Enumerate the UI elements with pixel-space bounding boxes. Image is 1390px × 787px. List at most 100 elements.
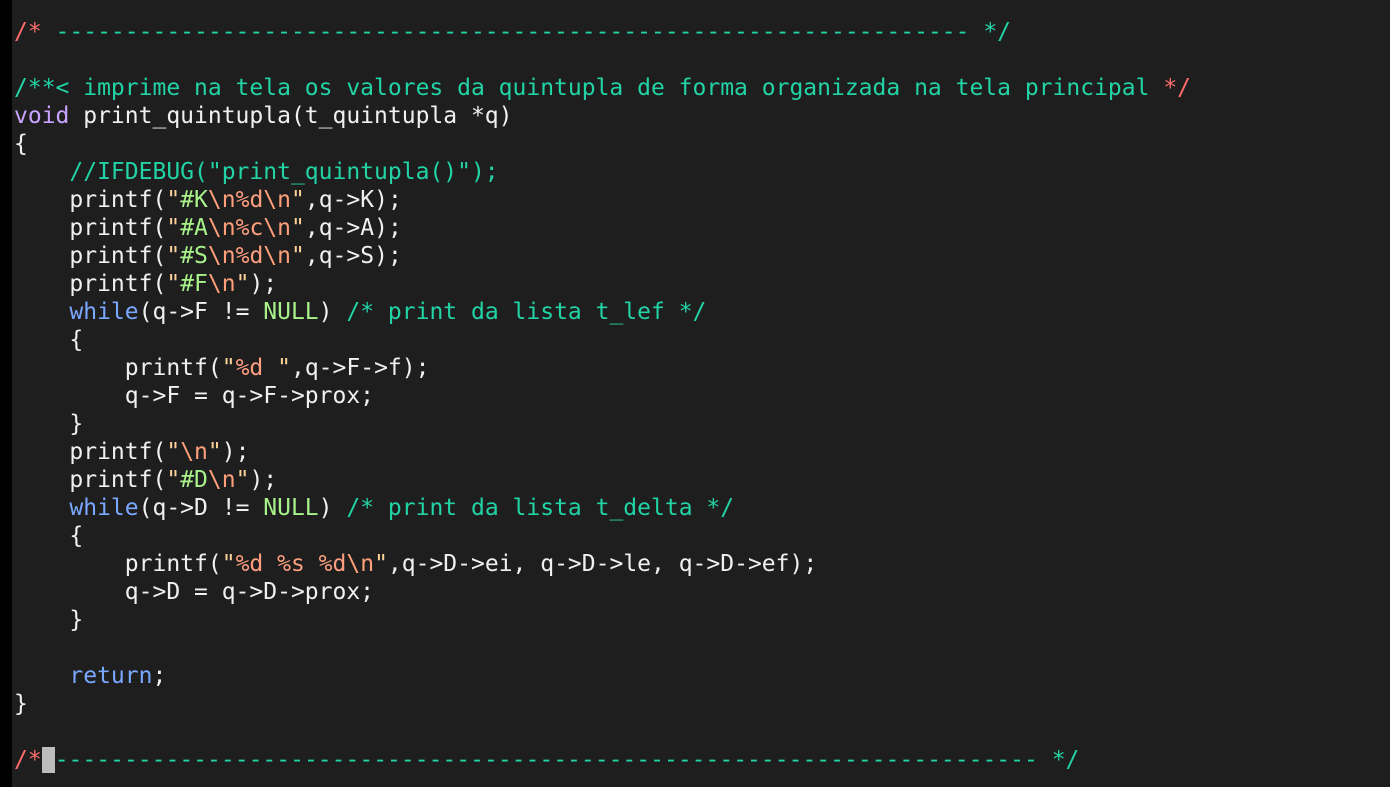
- code-token-string: ": [374, 551, 388, 577]
- code-line[interactable]: printf("#S\n%d\n",q->S);: [14, 242, 1191, 270]
- code-token-plain: ): [318, 495, 347, 521]
- code-token-escape: \n: [263, 215, 291, 241]
- code-token-string: ": [166, 187, 181, 213]
- code-token-plain: printf(: [14, 271, 167, 297]
- code-line[interactable]: [14, 46, 1191, 74]
- code-line[interactable]: printf("\n");: [14, 438, 1191, 466]
- code-token-type: void: [14, 103, 70, 129]
- code-token-plain: }: [14, 691, 28, 717]
- code-token-plain: printf(: [14, 439, 167, 465]
- code-token-plain: ,q->D->ei, q->D->le, q->D->ef);: [387, 551, 818, 577]
- code-token-plain: }: [14, 607, 84, 633]
- code-line[interactable]: printf("#K\n%d\n",q->K);: [14, 186, 1191, 214]
- code-token-string-b: #S: [180, 243, 208, 269]
- code-token-string: ": [166, 439, 181, 465]
- code-line[interactable]: while(q->D != NULL) /* print da lista t_…: [14, 494, 1191, 522]
- code-token-plain: (q->F !=: [138, 299, 264, 325]
- code-line[interactable]: }: [14, 690, 1191, 718]
- code-line[interactable]: return;: [14, 662, 1191, 690]
- code-token-plain: ,q->F->f);: [290, 355, 430, 381]
- code-token-string: ": [221, 551, 236, 577]
- code-token-fmt: %c: [235, 215, 264, 241]
- code-token-keyword: return: [69, 663, 153, 689]
- code-token-plain: printf(: [14, 243, 167, 269]
- code-token-escape: \n: [207, 187, 236, 213]
- code-token-plain: q->F = q->F->prox;: [14, 383, 375, 409]
- code-token-fmt: %d %s %d: [235, 551, 347, 577]
- code-line[interactable]: {: [14, 130, 1191, 158]
- code-token-escape: \n: [263, 243, 291, 269]
- code-token-escape: \n: [207, 271, 236, 297]
- code-token-null: NULL: [263, 495, 319, 521]
- code-token-plain: printf(: [14, 187, 167, 213]
- code-line[interactable]: void print_quintupla(t_quintupla *q): [14, 102, 1191, 130]
- code-token-plain: printf(: [14, 215, 167, 241]
- code-token-string: ": [235, 467, 250, 493]
- code-token-string-b: #D: [180, 467, 208, 493]
- code-line[interactable]: printf("#D\n");: [14, 466, 1191, 494]
- code-token-plain: ;: [152, 663, 167, 689]
- code-line[interactable]: }: [14, 606, 1191, 634]
- code-token-escape: \n: [180, 439, 208, 465]
- code-token-comment-star: */: [1163, 75, 1192, 101]
- code-line[interactable]: q->F = q->F->prox;: [14, 382, 1191, 410]
- code-token-fmt: %d: [235, 187, 264, 213]
- code-token-plain: q->D = q->D->prox;: [14, 579, 375, 605]
- code-token-escape: \n: [263, 187, 291, 213]
- code-token-plain: );: [249, 467, 278, 493]
- code-token-escape: \n: [346, 551, 375, 577]
- code-token-string: ": [166, 271, 181, 297]
- code-line[interactable]: printf("%d %s %d\n",q->D->ei, q->D->le, …: [14, 550, 1191, 578]
- code-line[interactable]: printf("#A\n%c\n",q->A);: [14, 214, 1191, 242]
- code-token-plain: ,q->A);: [304, 215, 402, 241]
- code-token-fmt: %d: [235, 355, 264, 381]
- code-text-area[interactable]: /* -------------------------------------…: [14, 18, 1191, 774]
- code-line[interactable]: [14, 634, 1191, 662]
- code-token-plain: );: [249, 271, 278, 297]
- code-line[interactable]: /* -------------------------------------…: [14, 18, 1191, 46]
- code-token-comment: /* print da lista t_lef */: [346, 299, 707, 325]
- code-editor[interactable]: /* -------------------------------------…: [0, 0, 1390, 787]
- text-cursor: [41, 747, 55, 773]
- code-line[interactable]: /**< imprime na tela os valores da quint…: [14, 74, 1191, 102]
- code-token-string-b: #K: [180, 187, 208, 213]
- code-token-plain: printf(: [14, 355, 222, 381]
- code-token-null: NULL: [263, 299, 319, 325]
- code-token-string: ": [221, 355, 236, 381]
- code-token-comment: */: [983, 19, 1012, 45]
- code-line[interactable]: {: [14, 326, 1191, 354]
- code-token-comment: ----------------------------------------…: [54, 747, 1052, 773]
- code-token-comment: /**< imprime na tela os valores da quint…: [14, 75, 1164, 101]
- code-token-plain: printf(: [14, 551, 222, 577]
- code-token-comment-star: /*: [14, 19, 56, 45]
- code-token-plain: ,q->S);: [304, 243, 402, 269]
- code-token-comment: /* print da lista t_delta */: [346, 495, 735, 521]
- code-token-string-b: #F: [180, 271, 208, 297]
- code-line[interactable]: [14, 718, 1191, 746]
- code-token-string: ": [235, 271, 250, 297]
- code-token-comment: */: [1051, 747, 1080, 773]
- code-line[interactable]: //IFDEBUG("print_quintupla()");: [14, 158, 1191, 186]
- code-token-plain: ,q->K);: [304, 187, 402, 213]
- code-line[interactable]: q->D = q->D->prox;: [14, 578, 1191, 606]
- code-token-string: ": [166, 467, 181, 493]
- code-line[interactable]: {: [14, 522, 1191, 550]
- code-line[interactable]: }: [14, 410, 1191, 438]
- code-line[interactable]: while(q->F != NULL) /* print da lista t_…: [14, 298, 1191, 326]
- code-token-comment: //IFDEBUG("print_quintupla()");: [14, 159, 499, 185]
- code-token-string: ": [207, 439, 222, 465]
- code-token-plain: printf(: [14, 467, 167, 493]
- code-line[interactable]: printf("#F\n");: [14, 270, 1191, 298]
- code-line[interactable]: printf("%d ",q->F->f);: [14, 354, 1191, 382]
- code-token-keyword: while: [69, 495, 139, 521]
- code-token-string: ": [291, 243, 305, 269]
- code-token-string: ": [291, 215, 305, 241]
- code-token-string: ": [263, 355, 291, 381]
- code-line[interactable]: /* --------------------------------------…: [14, 746, 1191, 774]
- code-token-plain: {: [14, 523, 84, 549]
- code-token-escape: \n: [207, 215, 236, 241]
- code-token-plain: {: [14, 131, 28, 157]
